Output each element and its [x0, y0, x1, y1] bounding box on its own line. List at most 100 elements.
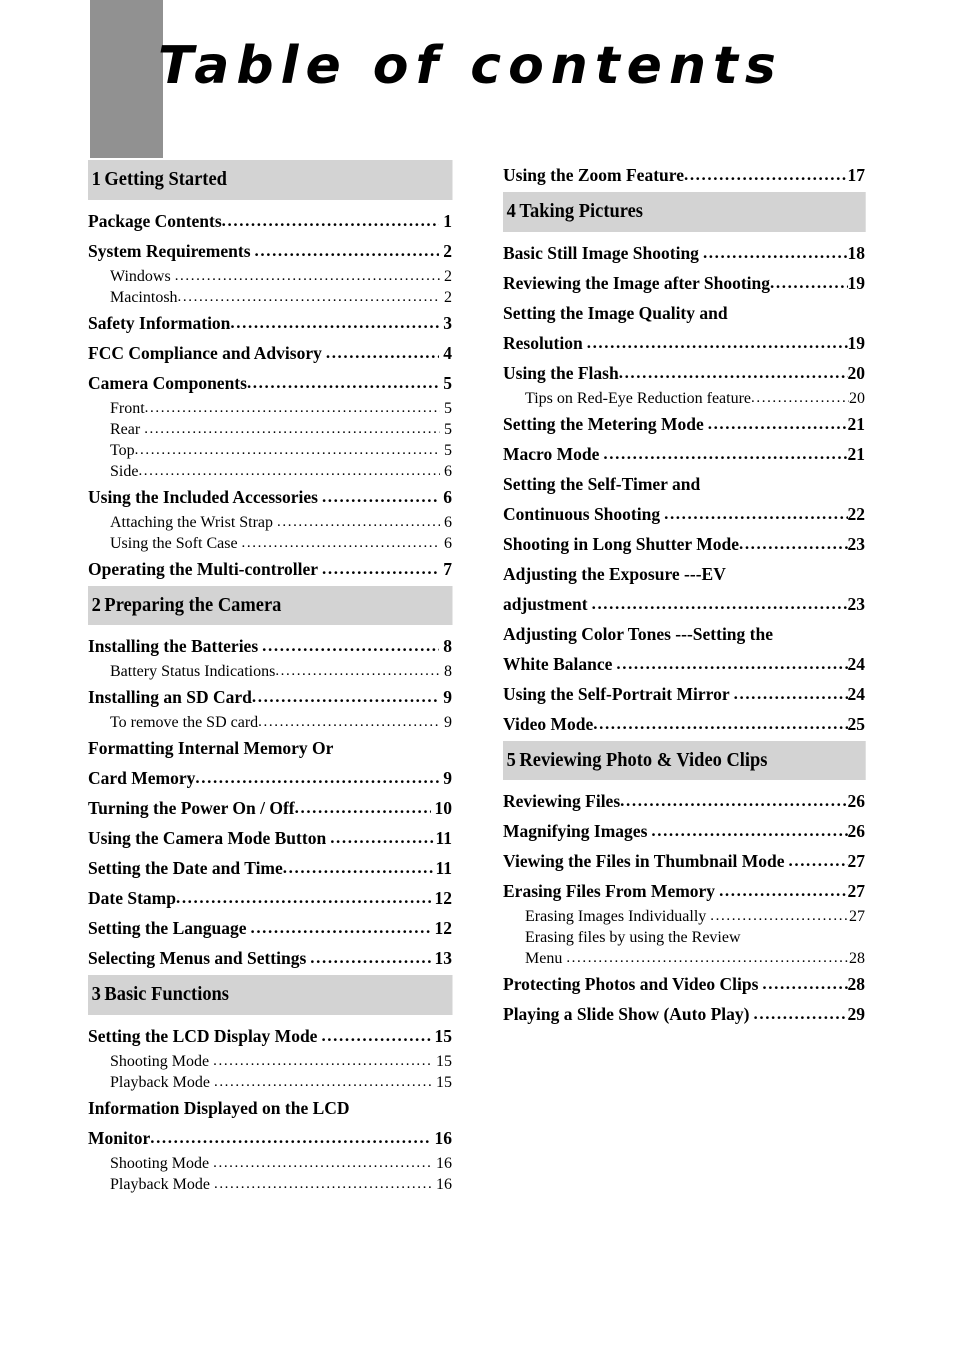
toc-entry-setting-the-lcd-display-mode[interactable]: Setting the LCD Display Mode 15: [88, 1021, 452, 1051]
toc-entry-label: Camera Components: [88, 372, 247, 393]
toc-entry-monitor[interactable]: Monitor 16: [88, 1123, 452, 1153]
toc-entry-front[interactable]: Front 5: [88, 398, 452, 419]
toc-entry-resolution[interactable]: Resolution 19: [503, 328, 865, 358]
toc-entry-date-stamp[interactable]: Date Stamp 12: [88, 883, 452, 913]
toc-entry-shooting-mode[interactable]: Shooting Mode 16: [88, 1153, 452, 1174]
toc-entry-rear[interactable]: Rear 5: [88, 419, 452, 440]
toc-entry-installing-the-batteries[interactable]: Installing the Batteries 8: [88, 631, 452, 661]
toc-entry-using-the-flash[interactable]: Using the Flash 20: [503, 358, 865, 388]
toc-entry-setting-the-date-and-time[interactable]: Setting the Date and Time 11: [88, 853, 452, 883]
toc-entry-continuous-shooting[interactable]: Continuous Shooting 22: [503, 499, 865, 529]
toc-entry-information-displayed-on-the-lcd[interactable]: Information Displayed on the LCD: [88, 1093, 452, 1123]
toc-entry-menu[interactable]: Menu 28: [503, 948, 865, 969]
toc-entry-page-number: 13: [434, 948, 453, 968]
toc-entry-page-number: 21: [847, 413, 866, 434]
toc-entry-video-mode[interactable]: Video Mode 25: [503, 709, 865, 739]
toc-entry-shooting-in-long-shutter-mode[interactable]: Shooting in Long Shutter Mode 23: [503, 529, 865, 559]
dot-leader: [730, 679, 848, 709]
toc-entry-white-balance[interactable]: White Balance 24: [503, 649, 865, 679]
toc-entry-setting-the-language[interactable]: Setting the Language 12: [88, 913, 452, 943]
toc-entry-using-the-camera-mode-button[interactable]: Using the Camera Mode Button 11: [88, 823, 452, 853]
toc-entry-macro-mode[interactable]: Macro Mode 21: [503, 439, 865, 469]
toc-entry-card-memory[interactable]: Card Memory 9: [88, 763, 452, 793]
toc-entry-tips-on-red-eye-reduction-feature[interactable]: Tips on Red-Eye Reduction feature 20: [503, 388, 865, 409]
section-number: 4: [506, 200, 516, 222]
toc-entry-using-the-soft-case[interactable]: Using the Soft Case 6: [88, 533, 452, 554]
toc-entry-basic-still-image-shooting[interactable]: Basic Still Image Shooting 18: [503, 238, 865, 268]
dot-leader: [318, 482, 439, 512]
toc-entry-using-the-zoom-feature[interactable]: Using the Zoom Feature 17: [503, 160, 865, 190]
toc-entry-system-requirements[interactable]: System Requirements 2: [88, 236, 452, 266]
toc-entry-page-number: 3: [443, 312, 452, 333]
toc-entry-page-number: 16: [436, 1175, 452, 1193]
toc-entry-selecting-menus-and-settings[interactable]: Selecting Menus and Settings 13: [88, 943, 452, 973]
toc-entry-windows[interactable]: Windows 2: [88, 266, 452, 287]
toc-entry-page-number: 27: [847, 851, 866, 871]
toc-entry-installing-an-sd-card[interactable]: Installing an SD Card 9: [88, 682, 452, 712]
toc-entry-fcc-compliance-and-advisory[interactable]: FCC Compliance and Advisory 4: [88, 338, 452, 368]
toc-entry-page-number: 11: [435, 828, 452, 848]
dot-leader: [247, 368, 439, 398]
toc-entry-label: Protecting Photos and Video Clips: [503, 974, 759, 994]
dot-leader: [135, 440, 440, 461]
toc-entry-side[interactable]: Side 6: [88, 461, 452, 482]
toc-entry-to-remove-the-sd-card[interactable]: To remove the SD card 9: [88, 712, 452, 733]
toc-entry-using-the-self-portrait-mirror[interactable]: Using the Self-Portrait Mirror 24: [503, 679, 865, 709]
dot-leader: [562, 948, 849, 969]
toc-entry-label: Erasing Files From Memory: [503, 881, 716, 901]
toc-entry-safety-information[interactable]: Safety Information 3: [88, 308, 452, 338]
toc-entry-top[interactable]: Top 5: [88, 440, 452, 461]
toc-entry-page-number: 23: [847, 533, 866, 554]
toc-entry-label: Turning the Power On / Off: [88, 798, 295, 818]
toc-entry-erasing-files-from-memory[interactable]: Erasing Files From Memory 27: [503, 876, 865, 906]
toc-entry-label: Shooting in Long Shutter Mode: [503, 533, 739, 554]
toc-entry-magnifying-images[interactable]: Magnifying Images 26: [503, 816, 865, 846]
toc-entry-using-the-included-accessories[interactable]: Using the Included Accessories 6: [88, 482, 452, 512]
toc-entry-reviewing-the-image-after-shooting[interactable]: Reviewing the Image after Shooting 19: [503, 268, 865, 298]
toc-entry-label: Tips on Red-Eye Reduction feature: [525, 389, 752, 407]
toc-entry-viewing-the-files-in-thumbnail-mode[interactable]: Viewing the Files in Thumbnail Mode 27: [503, 846, 865, 876]
dot-leader: [699, 238, 848, 268]
toc-entry-label: Attaching the Wrist Strap: [110, 513, 274, 531]
toc-entry-label: Resolution: [503, 332, 583, 353]
toc-entry-adjusting-color-tones-setting-the[interactable]: Adjusting Color Tones ---Setting the: [503, 619, 865, 649]
toc-entry-camera-components[interactable]: Camera Components 5: [88, 368, 452, 398]
dot-leader: [283, 853, 436, 883]
toc-entry-turning-the-power-on-off[interactable]: Turning the Power On / Off 10: [88, 793, 452, 823]
toc-entry-label: Using the Included Accessories: [88, 486, 318, 507]
section-header-reviewing-photo-video-clips: 5 Reviewing Photo & Video Clips: [503, 740, 866, 780]
toc-entry-label: Basic Still Image Shooting: [503, 242, 699, 263]
toc-entry-erasing-files-by-using-the-review[interactable]: Erasing files by using the Review: [503, 927, 865, 948]
toc-entry-package-contents[interactable]: Package Contents 1: [88, 206, 452, 236]
toc-entry-playback-mode[interactable]: Playback Mode 16: [88, 1174, 452, 1195]
toc-entry-playback-mode[interactable]: Playback Mode 15: [88, 1072, 452, 1093]
toc-entry-setting-the-metering-mode[interactable]: Setting the Metering Mode 21: [503, 409, 865, 439]
toc-entry-page-number: 20: [847, 362, 866, 383]
toc-entry-page-number: 1: [443, 210, 452, 231]
toc-entry-macintosh[interactable]: Macintosh 2: [88, 287, 452, 308]
dot-leader: [145, 398, 440, 419]
toc-entry-page-number: 15: [436, 1073, 452, 1091]
toc-entry-setting-the-image-quality-and[interactable]: Setting the Image Quality and: [503, 298, 865, 328]
toc-entry-battery-status-indications[interactable]: Battery Status Indications 8: [88, 661, 452, 682]
toc-entry-erasing-images-individually[interactable]: Erasing Images Individually 27: [503, 906, 865, 927]
toc-entry-adjusting-the-exposure-ev[interactable]: Adjusting the Exposure ---EV: [503, 559, 865, 589]
toc-entry-label: Shooting Mode: [110, 1052, 210, 1070]
toc-entry-page-number: 15: [436, 1052, 452, 1070]
toc-entry-attaching-the-wrist-strap[interactable]: Attaching the Wrist Strap 6: [88, 512, 452, 533]
dot-leader: [619, 358, 848, 388]
dot-leader: [317, 1021, 430, 1051]
toc-entry-label: Using the Camera Mode Button: [88, 828, 327, 848]
toc-entry-setting-the-self-timer-and[interactable]: Setting the Self-Timer and: [503, 469, 865, 499]
toc-entry-page-number: 2: [444, 267, 452, 285]
toc-entry-shooting-mode[interactable]: Shooting Mode 15: [88, 1051, 452, 1072]
toc-entry-label: Erasing files by using the Review: [525, 929, 741, 946]
dot-leader: [599, 439, 847, 469]
toc-entry-formatting-internal-memory-or[interactable]: Formatting Internal Memory Or: [88, 733, 452, 763]
toc-entry-page-number: 2: [443, 240, 452, 261]
toc-entry-protecting-photos-and-video-clips[interactable]: Protecting Photos and Video Clips 28: [503, 969, 865, 999]
toc-entry-operating-the-multi-controller[interactable]: Operating the Multi-controller 7: [88, 554, 452, 584]
toc-entry-adjustment[interactable]: adjustment 23: [503, 589, 865, 619]
toc-entry-playing-a-slide-show-auto-play[interactable]: Playing a Slide Show (Auto Play) 29: [503, 999, 865, 1029]
toc-entry-reviewing-files[interactable]: Reviewing Files 26: [503, 786, 865, 816]
